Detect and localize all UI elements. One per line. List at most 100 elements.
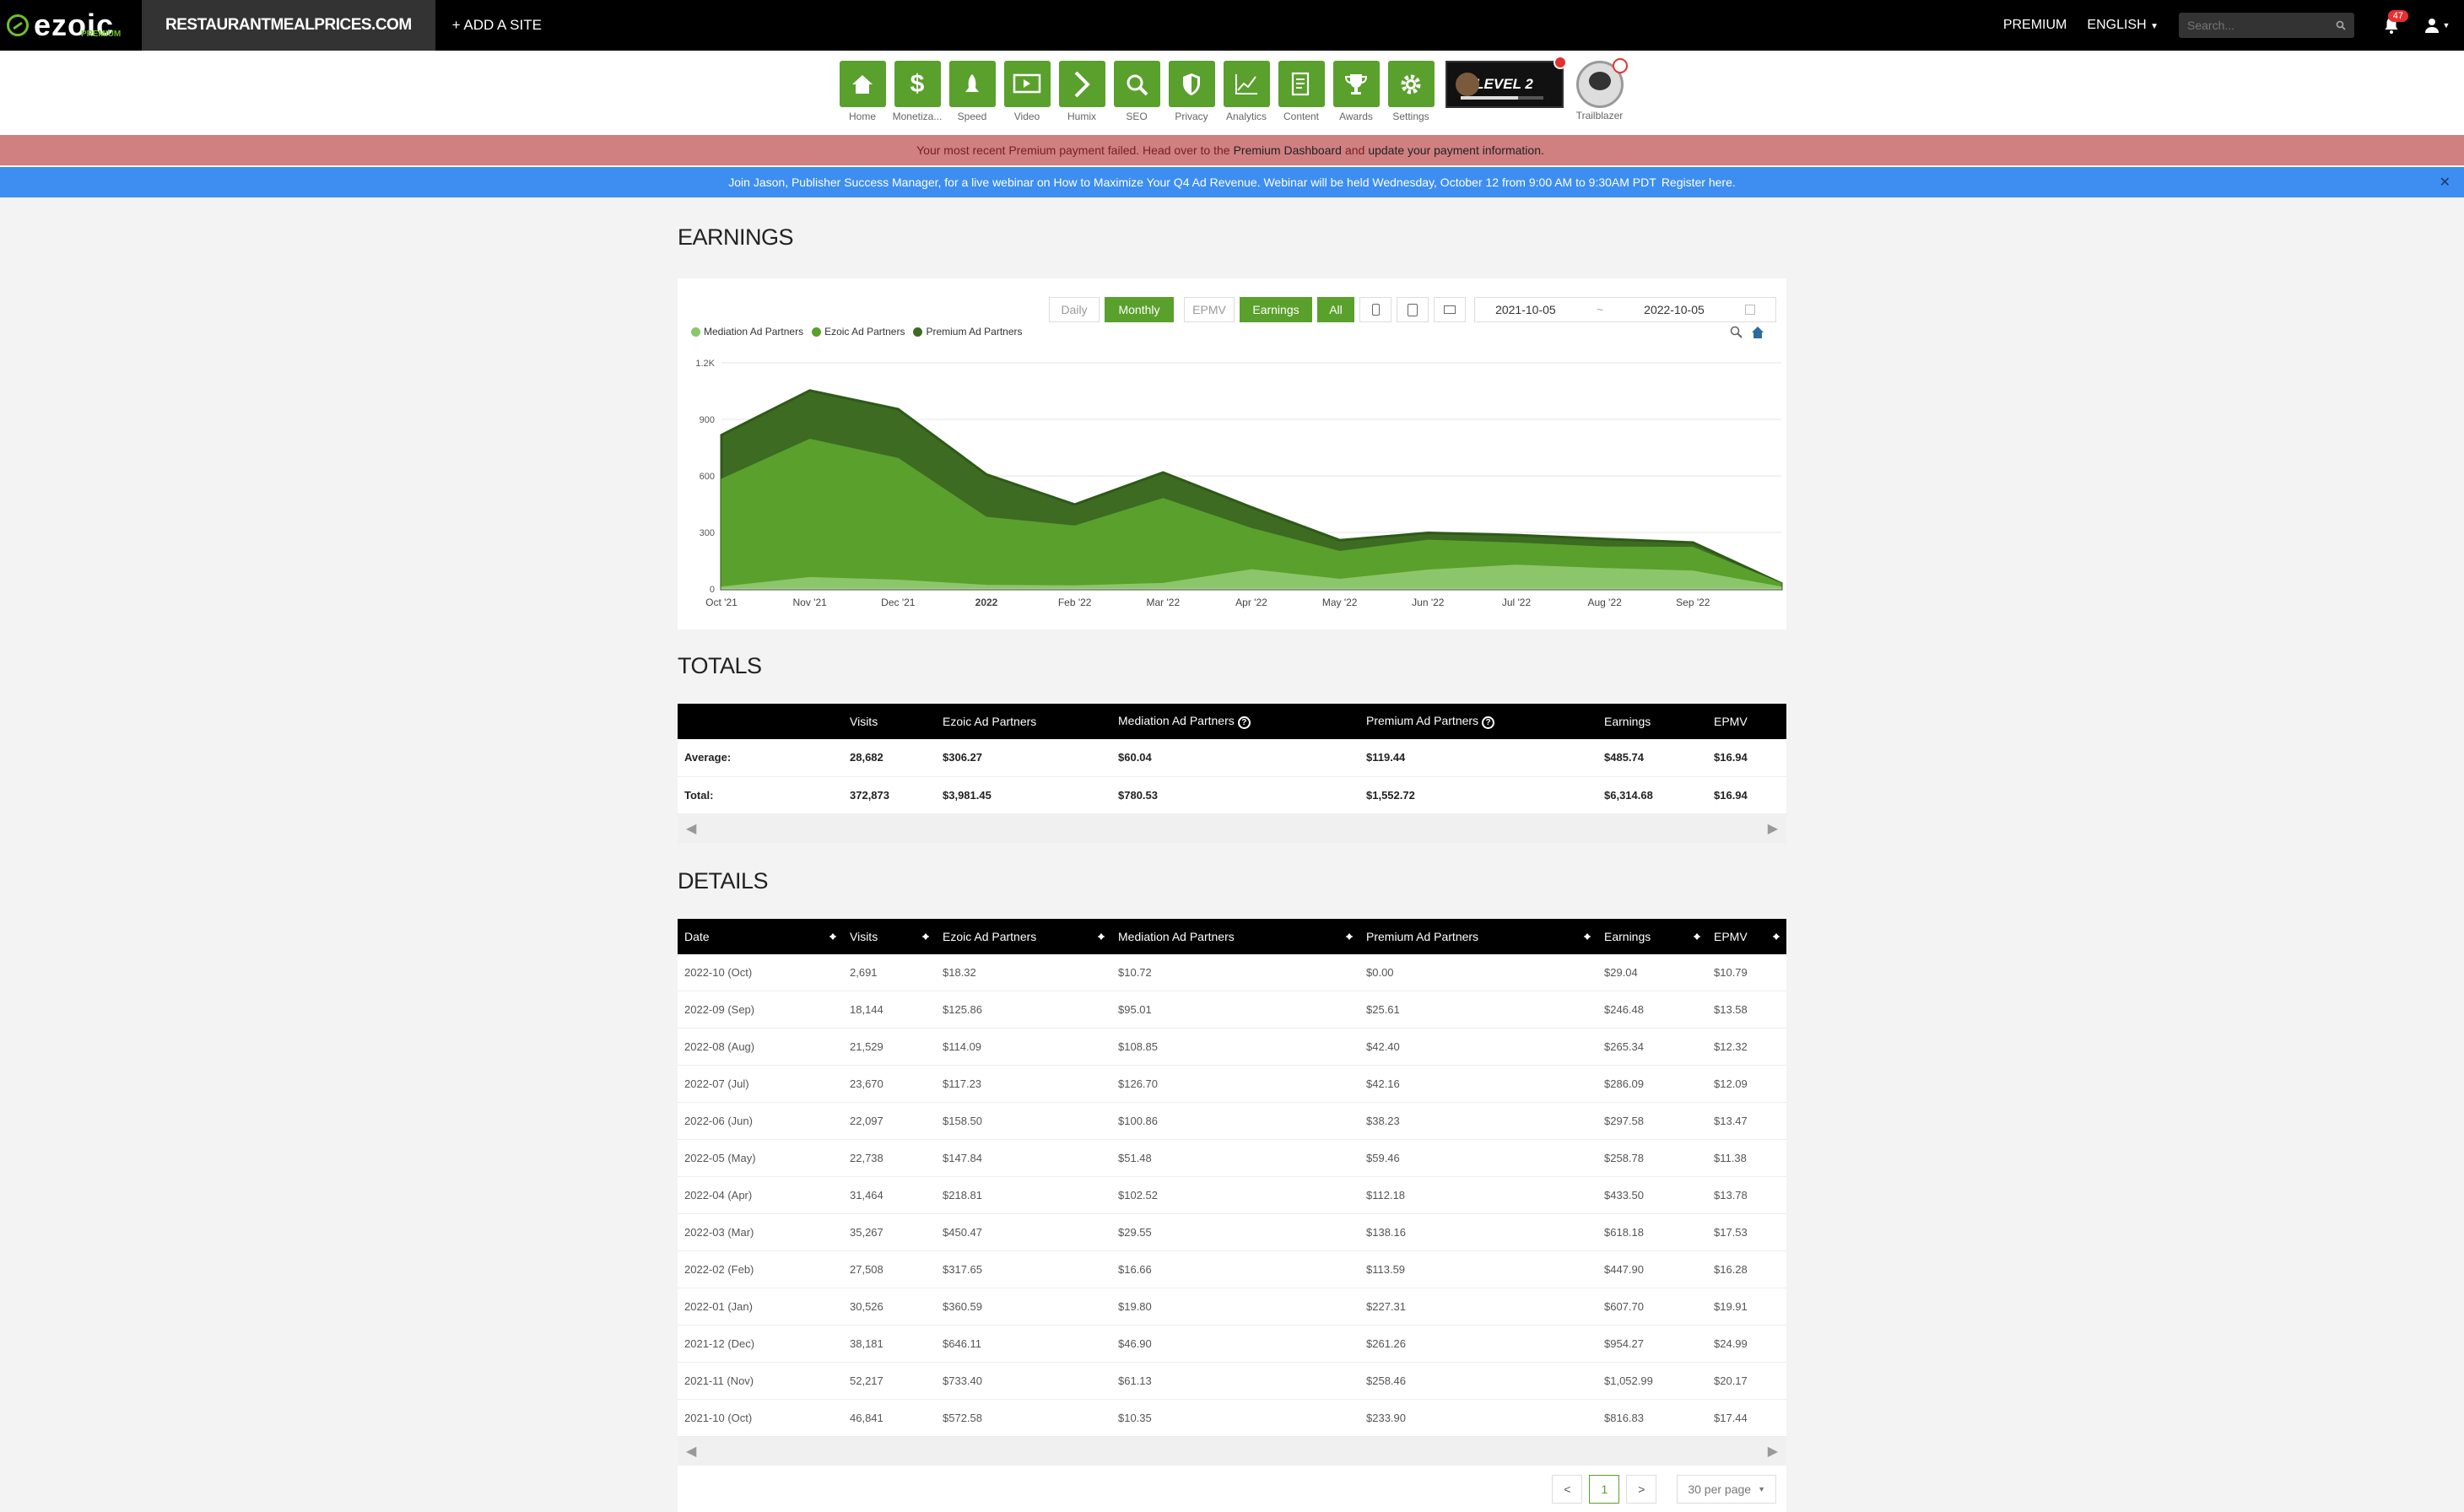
table-cell: $108.85 — [1111, 1028, 1359, 1066]
premium-dashboard-link[interactable]: Premium Dashboard — [1234, 143, 1342, 157]
nav-monetization[interactable]: $ Monetiza... — [890, 61, 945, 135]
table-cell: $306.27 — [936, 739, 1111, 777]
table-cell: $102.52 — [1111, 1176, 1359, 1214]
nav-privacy[interactable]: Privacy — [1164, 61, 1219, 135]
details-header-5[interactable]: Earnings — [1597, 918, 1707, 954]
site-selector[interactable]: RESTAURANTMEALPRICES.COM — [142, 0, 435, 51]
sort-icon[interactable] — [1694, 930, 1700, 943]
page-1-button[interactable]: 1 — [1589, 1475, 1620, 1504]
totals-header-label: EPMV — [1714, 715, 1748, 728]
sort-icon[interactable] — [829, 930, 836, 943]
prev-page-button[interactable]: < — [1552, 1475, 1583, 1504]
search-icon[interactable] — [2336, 20, 2346, 30]
table-cell: $12.32 — [1707, 1028, 1786, 1066]
table-cell: $360.59 — [936, 1288, 1111, 1326]
table-row: Average: 28,682 $306.27 $60.04 $119.44 $485.7… — [678, 739, 1786, 777]
details-header-3[interactable]: Mediation Ad Partners — [1111, 918, 1359, 954]
table-cell: $258.78 — [1597, 1139, 1707, 1177]
x-tick-label: Jul '22 — [1502, 597, 1532, 608]
table-cell: $19.91 — [1707, 1288, 1786, 1326]
nav-humix[interactable]: Humix — [1055, 61, 1110, 135]
y-tick-label: 1.2K — [695, 359, 715, 369]
table-cell: 2022-10 (Oct) — [678, 953, 843, 991]
details-header-4[interactable]: Premium Ad Partners — [1359, 918, 1597, 954]
details-card: Date Visits Ezoic Ad Partners Mediation Ad … — [678, 918, 1786, 1512]
scroll-left-icon[interactable]: ◀ — [686, 820, 696, 837]
table-cell: $29.55 — [1111, 1213, 1359, 1251]
table-cell: 22,738 — [843, 1139, 936, 1177]
add-site-link[interactable]: + ADD A SITE — [452, 17, 542, 34]
nav-settings[interactable]: Settings — [1384, 61, 1439, 135]
table-cell: 18,144 — [843, 991, 936, 1029]
table-row: 2021-12 (Dec) 38,181 $646.11 $46.90 $261.26 $… — [678, 1325, 1786, 1363]
totals-header-label: Premium Ad Partners — [1366, 714, 1479, 727]
nav-analytics[interactable]: Analytics — [1219, 61, 1274, 135]
table-row: 2022-02 (Feb) 27,508 $317.65 $16.66 $113.59 $… — [678, 1250, 1786, 1288]
totals-header-label: Mediation Ad Partners — [1118, 714, 1235, 727]
details-header-2[interactable]: Ezoic Ad Partners — [936, 918, 1111, 954]
notifications-button[interactable]: 47 — [2375, 8, 2408, 42]
payment-failed-alert: Your most recent Premium payment failed.… — [0, 135, 2464, 165]
details-header-1[interactable]: Visits — [843, 918, 936, 954]
nav-analytics-label: Analytics — [1225, 111, 1267, 122]
nav-speed[interactable]: Speed — [945, 61, 1000, 135]
search-input[interactable] — [2187, 19, 2322, 32]
table-cell: $138.16 — [1359, 1213, 1597, 1251]
scroll-left-icon[interactable]: ◀ — [686, 1443, 696, 1460]
nav-seo[interactable]: SEO — [1110, 61, 1164, 135]
table-cell: $733.40 — [936, 1362, 1111, 1400]
table-row: 2021-10 (Oct) 46,841 $572.58 $10.35 $233.90 $… — [678, 1399, 1786, 1437]
table-cell: $158.50 — [936, 1102, 1111, 1140]
help-icon[interactable]: ? — [1237, 716, 1251, 729]
sort-icon[interactable] — [1098, 930, 1105, 943]
close-icon[interactable]: ✕ — [2440, 174, 2450, 191]
trailblazer-badge[interactable]: Trailblazer — [1570, 58, 1629, 135]
sort-icon[interactable] — [1584, 930, 1591, 943]
user-menu[interactable]: ▼ — [2420, 18, 2454, 33]
nav-content[interactable]: Content — [1274, 61, 1329, 135]
scroll-right-icon[interactable]: ▶ — [1768, 820, 1778, 837]
x-tick-label: Dec '21 — [881, 597, 916, 608]
table-cell: 2022-09 (Sep) — [678, 991, 843, 1029]
table-cell: $46.90 — [1111, 1325, 1359, 1363]
details-header-label: Earnings — [1604, 929, 1651, 943]
per-page-select[interactable]: 30 per page ▼ — [1677, 1475, 1776, 1504]
help-icon[interactable]: ? — [1482, 716, 1495, 729]
totals-header-6: EPMV — [1707, 704, 1786, 739]
nav-video[interactable]: Video — [1000, 61, 1055, 135]
sort-icon[interactable] — [1773, 930, 1780, 943]
scroll-right-icon[interactable]: ▶ — [1768, 1443, 1778, 1460]
table-cell: 2022-07 (Jul) — [678, 1065, 843, 1103]
ezoic-logo[interactable]: ezoic PREMIUM — [0, 0, 142, 51]
level-badge[interactable]: LEVEL 2 — [1445, 56, 1567, 108]
table-cell: 2021-10 (Oct) — [678, 1399, 843, 1437]
nav-home[interactable]: Home — [835, 61, 890, 135]
table-cell: $218.81 — [936, 1176, 1111, 1214]
details-header-6[interactable]: EPMV — [1707, 918, 1786, 954]
next-page-button[interactable]: > — [1626, 1475, 1657, 1504]
update-payment-link[interactable]: update your payment information. — [1368, 143, 1544, 157]
totals-header-0 — [678, 704, 843, 739]
details-scrollbar[interactable]: ◀ ▶ — [678, 1437, 1786, 1466]
totals-scrollbar[interactable]: ◀ ▶ — [678, 813, 1786, 843]
table-cell: $112.18 — [1359, 1176, 1597, 1214]
level-label: LEVEL 2 — [1475, 76, 1533, 92]
nav-awards[interactable]: Awards — [1329, 61, 1384, 135]
astronaut-avatar-icon — [1575, 58, 1628, 108]
table-cell: $16.28 — [1707, 1250, 1786, 1288]
details-header-label: Premium Ad Partners — [1366, 929, 1479, 943]
table-cell: Average: — [678, 739, 843, 777]
sort-icon[interactable] — [922, 930, 929, 943]
nav-seo-label: SEO — [1126, 111, 1148, 122]
table-row: 2022-05 (May) 22,738 $147.84 $51.48 $59.46 $2… — [678, 1139, 1786, 1177]
nav-home-label: Home — [848, 111, 876, 122]
x-tick-label: May '22 — [1322, 597, 1358, 608]
table-cell: $20.17 — [1707, 1362, 1786, 1400]
sort-icon[interactable] — [1346, 930, 1353, 943]
language-dropdown[interactable]: ENGLISH ▼ — [2087, 18, 2159, 33]
table-row: 2022-06 (Jun) 22,097 $158.50 $100.86 $38.23 $… — [678, 1102, 1786, 1140]
register-link[interactable]: Register here. — [1662, 176, 1736, 189]
table-cell: $10.35 — [1111, 1399, 1359, 1437]
details-header-0[interactable]: Date — [678, 918, 843, 954]
premium-link[interactable]: PREMIUM — [2003, 18, 2067, 33]
